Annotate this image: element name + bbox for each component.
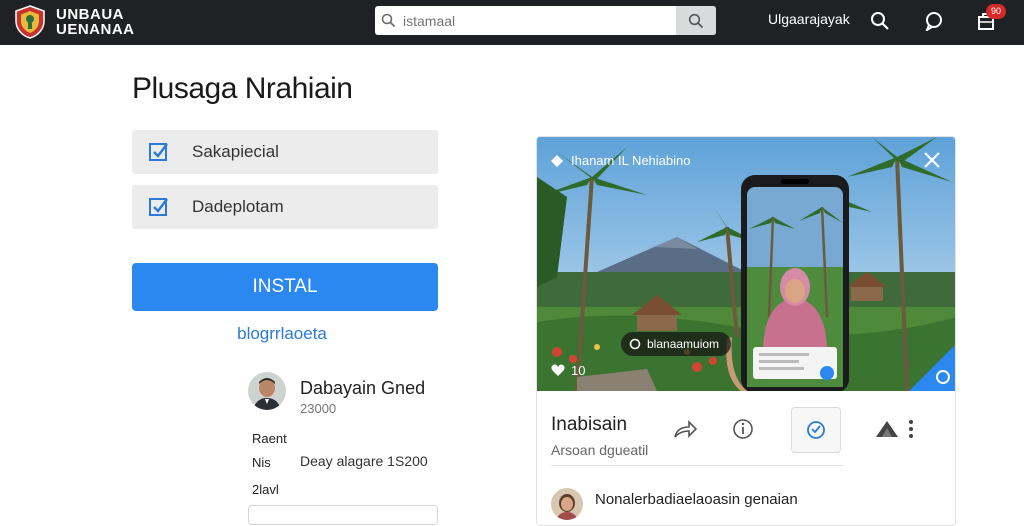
info-icon [733,419,753,439]
favorite-button[interactable] [791,407,841,453]
shield-logo-icon [15,5,45,39]
media-preview[interactable]: Ihanam IL Nehiabino blanaamuiom 10 [537,137,956,391]
search-icon [871,12,889,30]
like-counter[interactable]: 10 [551,363,585,378]
secondary-link[interactable]: blogrrlaoeta [132,324,432,344]
search-input[interactable] [401,6,676,35]
share-button[interactable] [665,409,705,449]
media-caption-text: Ihanam IL Nehiabino [571,153,691,168]
checkbox-checked-icon[interactable] [148,196,170,218]
option-item-2[interactable]: Dadeplotam [132,185,438,229]
info-button[interactable] [723,409,763,449]
author-subtitle: 23000 [300,401,337,416]
meta-value: Deay alagare 1S200 [300,453,428,469]
next-card-preview [248,505,438,525]
card-title: Inabisain [551,414,628,435]
checkbox-checked-icon[interactable] [148,141,170,163]
meta-key: Nis [252,455,271,470]
close-icon[interactable] [921,149,943,171]
person-portrait-icon [551,488,583,520]
search-icon [375,6,401,35]
brand-line-2: UENANAA [56,21,135,38]
brand-wordmark: UNBAUA UENANAA [56,7,135,37]
commenter-avatar[interactable] [551,488,583,520]
page-title: Plusaga Nrahiain [132,72,353,105]
option-item-1[interactable]: Sakapiecial [132,130,438,174]
like-count: 10 [571,363,586,378]
author-avatar[interactable] [248,372,286,410]
card-subtitle: Arsoan dgueatil [551,442,649,458]
media-card: Ihanam IL Nehiabino blanaamuiom 10 Inabi… [536,136,956,526]
person-portrait-icon [248,372,286,410]
account-menu-link[interactable]: Ulgaarajayak [768,11,850,27]
author-name[interactable]: Dabayain Gned [300,378,425,399]
meta-key: Raent [252,431,287,446]
search-nav-button[interactable] [867,8,893,34]
brand-logo[interactable]: UNBAUA UENANAA [14,4,135,40]
search-submit-button[interactable] [676,6,716,35]
expand-corner-icon[interactable] [909,343,956,391]
more-options-button[interactable] [897,409,925,449]
badge-heart-icon [807,421,825,439]
tropical-landscape-photo [537,137,955,391]
tag-icon [551,154,563,167]
brand-line-1: UNBAUA [56,6,124,23]
cart-count-badge: 90 [986,4,1006,19]
media-chip[interactable]: blanaamuiom [621,332,732,356]
option-label: Sakapiecial [192,142,279,161]
search-bar [375,6,716,35]
share-arrow-icon [674,420,697,438]
option-label: Dadeplotam [192,197,284,216]
media-chip-label: blanaamuiom [647,337,720,351]
search-icon [688,13,704,28]
chat-bubble-icon [925,12,942,31]
record-circle-icon [629,338,641,350]
messages-button[interactable] [921,8,947,34]
meta-key: 2lavl [252,482,279,497]
card-divider [551,465,843,466]
media-caption: Ihanam IL Nehiabino [551,153,691,168]
comment-text: Nonalerbadiaelaoasin genaian [595,491,798,508]
install-button[interactable]: INSTAL [132,263,438,311]
heart-icon [551,364,565,376]
vertical-dots-icon [909,420,913,438]
top-navigation-bar: UNBAUA UENANAA Ulgaarajayak 90 [0,0,1024,45]
